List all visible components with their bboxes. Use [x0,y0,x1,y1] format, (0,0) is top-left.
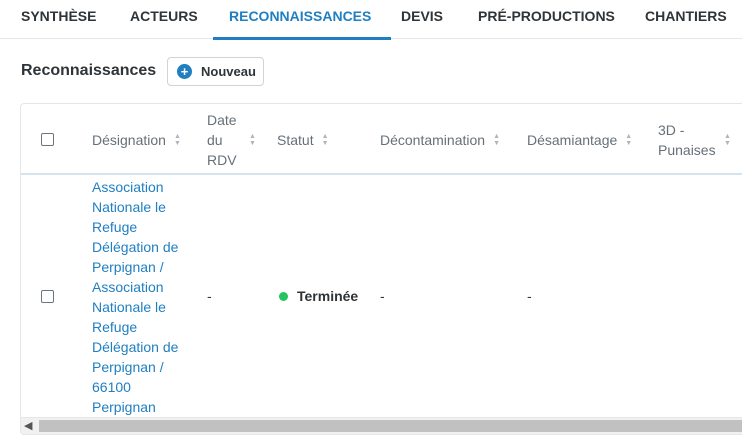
tab-pre-productions[interactable]: PRÉ-PRODUCTIONS [478,0,615,39]
designation-line: Refuge [92,219,138,235]
designation-line: Perpignan / [92,359,164,375]
designation-line: Délégation de [92,239,179,255]
tab-devis[interactable]: DEVIS [401,0,443,39]
column-header-statut[interactable]: Statut ▲ ▼ [277,104,329,175]
sort-icon[interactable]: ▲ ▼ [322,133,329,147]
designation-link[interactable]: Association Nationale le Refuge Délégation … [92,177,192,417]
status-badge: Terminée [279,288,358,304]
column-label: Statut [277,131,314,148]
scroll-left-icon[interactable]: ◀ [24,419,32,432]
sort-icon[interactable]: ▲ ▼ [174,133,181,147]
tab-reconnaissances[interactable]: RECONNAISSANCES [212,0,392,40]
horizontal-scrollbar[interactable]: ◀ [21,417,742,434]
sort-icon[interactable]: ▲ ▼ [724,133,731,147]
sort-icon[interactable]: ▲ ▼ [625,133,632,147]
row-checkbox[interactable] [41,290,54,303]
designation-line: Perpignan [92,399,156,415]
plus-circle-icon: + [177,64,192,79]
reconnaissances-table: Désignation ▲ ▼ Date du RDV ▲ ▼ Statut ▲ ▼ … [20,103,742,435]
designation-line: Refuge [92,319,138,335]
designation-line: 66100 [92,379,131,395]
scrollbar-thumb[interactable] [39,420,742,432]
column-label: Désamiantage [527,131,618,148]
column-header-desamiantage[interactable]: Désamiantage ▲ ▼ [527,104,632,175]
tab-synthese[interactable]: SYNTHÈSE [21,0,96,39]
sort-icon[interactable]: ▲ ▼ [493,133,500,147]
tab-bar: SYNTHÈSE ACTEURS RECONNAISSANCES DEVIS P… [0,0,742,40]
header-select-all [41,104,54,175]
tab-acteurs[interactable]: ACTEURS [130,0,198,39]
designation-line: Nationale le [92,299,166,315]
status-text: Terminée [297,288,359,304]
column-label: Décontamination [380,131,486,148]
select-all-checkbox[interactable] [41,133,54,146]
column-header-decontamination[interactable]: Décontamination ▲ ▼ [380,104,500,175]
tab-chantiers[interactable]: CHANTIERS [645,0,727,39]
designation-line: Perpignan / [92,259,164,275]
designation-line: Nationale le [92,199,166,215]
date-rdv-value: - [207,288,212,304]
new-button-label: Nouveau [201,64,256,79]
designation-line: Association [92,279,164,295]
section-title: Reconnaissances [21,62,157,79]
column-label: 3D - Punaises [658,121,716,158]
column-header-3d-punaises[interactable]: 3D - Punaises ▲ ▼ [658,104,742,175]
designation-line: Association [92,179,164,195]
desamiantage-value: - [527,288,532,304]
sort-icon[interactable]: ▲ ▼ [249,133,256,147]
table-row: Association Nationale le Refuge Délégation … [21,177,742,417]
status-dot-icon [279,291,288,301]
new-button[interactable]: + Nouveau [167,57,264,86]
column-label: Date du RDV [207,111,237,168]
row-select [41,290,54,303]
table-header: Désignation ▲ ▼ Date du RDV ▲ ▼ Statut ▲ ▼ … [21,104,742,175]
column-label: Désignation [92,131,166,148]
column-header-designation[interactable]: Désignation ▲ ▼ [92,104,181,175]
decontamination-value: - [380,288,385,304]
designation-line: Délégation de [92,339,179,355]
column-header-date-rdv[interactable]: Date du RDV ▲ ▼ [207,104,257,175]
